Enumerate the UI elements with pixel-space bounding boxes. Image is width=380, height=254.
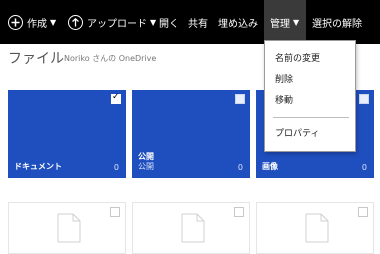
tile-checkbox[interactable] <box>111 92 121 104</box>
menu-divider <box>273 117 349 118</box>
plus-icon <box>8 14 23 30</box>
document-icon <box>305 213 329 243</box>
chevron-down-icon: ▼ <box>293 17 300 27</box>
embed-label: 埋め込み <box>218 18 258 30</box>
file-tile[interactable] <box>256 202 374 254</box>
open-label: 開く <box>159 18 179 30</box>
menu-item-rename[interactable]: 名前の変更 <box>275 51 320 64</box>
menu-item-delete[interactable]: 削除 <box>275 72 293 85</box>
folder-tile-public[interactable]: 公開 公開 0 <box>132 90 250 178</box>
tile-count: 0 <box>113 163 119 172</box>
upload-arrow-icon <box>68 14 83 30</box>
file-tile[interactable] <box>8 202 126 254</box>
open-button[interactable]: 開く <box>159 0 179 44</box>
upload-label: アップロード <box>87 18 147 30</box>
tile-name: ドキュメント <box>14 162 62 171</box>
tile-checkbox[interactable] <box>359 94 369 104</box>
document-icon <box>57 213 81 243</box>
tile-count: 0 <box>237 163 243 172</box>
tile-checkbox[interactable] <box>235 94 245 104</box>
command-bar: 作成 ▼ アップロード ▼ 開く 共有 埋め込み 管理 ▼ 選択の解除 <box>0 0 380 44</box>
embed-button[interactable]: 埋め込み <box>218 0 258 44</box>
tile-count: 0 <box>361 163 367 172</box>
tile-checkbox[interactable] <box>358 207 368 217</box>
tile-subtitle: 公開 <box>138 162 154 171</box>
manage-label: 管理 <box>270 18 290 30</box>
create-button[interactable]: 作成 ▼ <box>8 0 56 44</box>
chevron-down-icon: ▼ <box>150 17 157 27</box>
page-title: ファイル <box>8 51 64 67</box>
create-label: 作成 <box>27 18 47 30</box>
tile-checkbox[interactable] <box>234 207 244 217</box>
menu-item-properties[interactable]: プロパティ <box>275 126 319 139</box>
menu-item-move[interactable]: 移動 <box>275 93 293 106</box>
onedrive-owner: Noriko さんの OneDrive <box>64 54 157 63</box>
tile-checkbox[interactable] <box>110 207 120 217</box>
manage-button[interactable]: 管理 ▼ <box>264 0 306 44</box>
tile-name: 画像 <box>262 162 278 171</box>
deselect-label: 選択の解除 <box>312 18 362 30</box>
share-button[interactable]: 共有 <box>188 0 208 44</box>
folder-tile-documents[interactable]: ドキュメント 0 <box>8 90 126 178</box>
share-label: 共有 <box>188 18 208 30</box>
file-tile[interactable] <box>132 202 250 254</box>
document-icon <box>181 213 205 243</box>
manage-dropdown-menu: 名前の変更 削除 移動 プロパティ <box>264 40 356 152</box>
deselect-button[interactable]: 選択の解除 <box>312 0 362 44</box>
chevron-down-icon: ▼ <box>50 17 57 27</box>
upload-button[interactable]: アップロード ▼ <box>68 0 156 44</box>
